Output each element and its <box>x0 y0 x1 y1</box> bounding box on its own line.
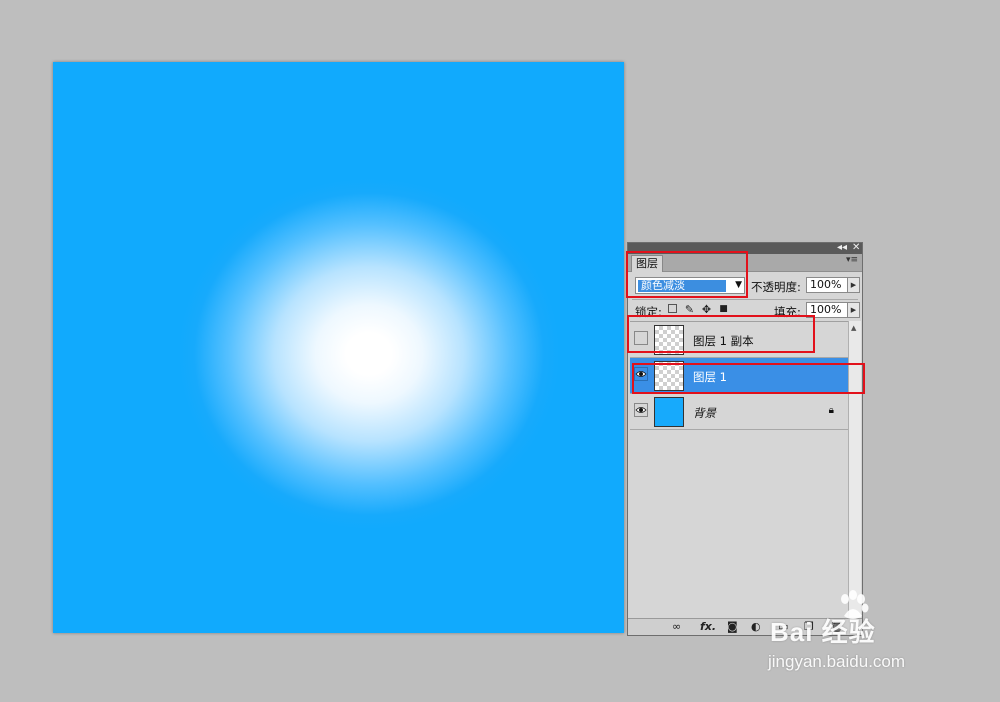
panel-menu-icon[interactable]: ▾≡ <box>846 255 858 265</box>
lock-move-icon[interactable]: ✥ <box>701 304 712 315</box>
opacity-slider-button[interactable]: ▶ <box>847 277 860 293</box>
eye-icon[interactable] <box>634 403 648 417</box>
chevron-down-icon: ▼ <box>735 280 742 290</box>
lock-brush-icon[interactable]: ✎ <box>684 304 695 315</box>
layer-name: 图层 1 <box>693 370 727 384</box>
tab-layers[interactable]: 图层 <box>631 255 663 272</box>
adjustment-layer-icon[interactable]: ◐ <box>751 620 761 633</box>
lock-transparent-icon[interactable] <box>668 304 677 313</box>
document-canvas[interactable] <box>53 62 624 633</box>
layer-row[interactable]: 图层 1 <box>630 358 848 394</box>
close-icon[interactable]: ✕ <box>852 241 860 255</box>
layer-row[interactable]: 背景 🔒︎ <box>630 394 848 430</box>
fill-input[interactable]: 100% <box>806 302 848 318</box>
opacity-label: 不透明度: <box>751 280 801 294</box>
watermark: Bai 经验 jingyan.baidu.com <box>768 590 970 680</box>
eye-icon[interactable] <box>634 367 648 381</box>
blend-mode-value: 颜色减淡 <box>638 280 726 292</box>
fx-icon[interactable]: fx. <box>700 620 716 633</box>
link-layers-icon[interactable]: ∞ <box>672 620 681 633</box>
layers-panel: ◂◂ ✕ 图层 ▾≡ 颜色减淡 ▼ 不透明度: 100% ▶ 锁定: ✎ ✥ ■… <box>627 242 863 636</box>
watermark-brand: Bai 经验 <box>770 617 876 647</box>
divider <box>632 299 858 300</box>
fill-label: 填充: <box>774 305 801 319</box>
layer-list-scrollbar[interactable]: ▲ <box>848 321 861 621</box>
opacity-input[interactable]: 100% <box>806 277 848 293</box>
scroll-up-icon[interactable]: ▲ <box>851 324 856 332</box>
layer-row[interactable]: 图层 1 副本 <box>630 322 848 358</box>
layer-thumbnail <box>654 361 684 391</box>
lock-icon: 🔒︎ <box>828 405 834 416</box>
fill-slider-button[interactable]: ▶ <box>847 302 860 318</box>
add-mask-icon[interactable]: ◙ <box>727 620 738 633</box>
panel-tab-row: 图层 ▾≡ <box>628 254 862 272</box>
visibility-toggle[interactable] <box>634 331 648 345</box>
lock-label: 锁定: <box>635 305 662 319</box>
lock-all-icon[interactable]: ■ <box>718 304 729 315</box>
layer-name: 背景 <box>693 406 716 420</box>
blend-mode-select[interactable]: 颜色减淡 ▼ <box>635 277 745 294</box>
layer-list: 图层 1 副本 图层 1 背景 🔒︎ <box>630 321 848 622</box>
collapse-icon[interactable]: ◂◂ <box>837 241 847 255</box>
layer-name: 图层 1 副本 <box>693 334 754 348</box>
watermark-url: jingyan.baidu.com <box>768 652 906 671</box>
panel-titlebar[interactable]: ◂◂ ✕ <box>628 241 862 255</box>
layer-thumbnail <box>654 325 684 355</box>
layer-thumbnail <box>654 397 684 427</box>
